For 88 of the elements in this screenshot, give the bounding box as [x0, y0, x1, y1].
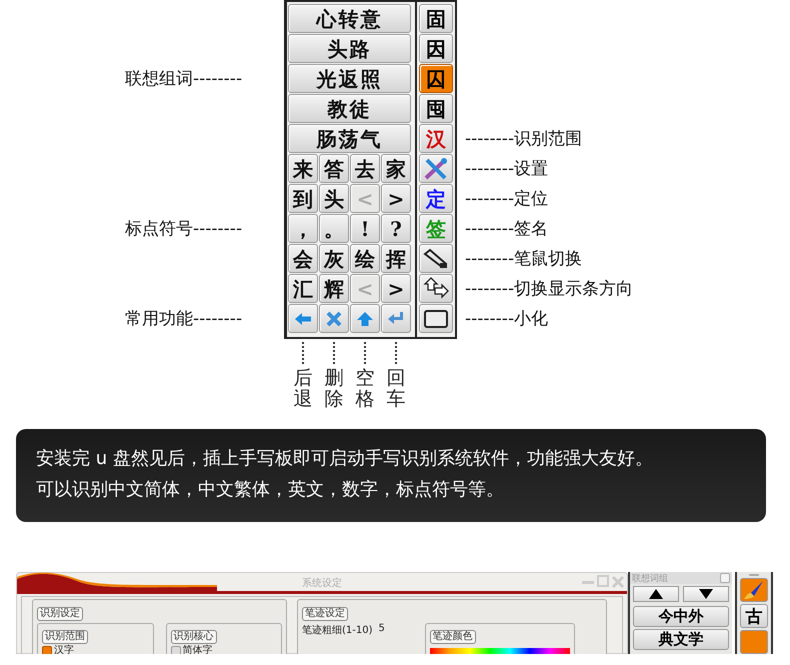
- leader-line: [364, 342, 366, 364]
- char-key[interactable]: >: [381, 184, 411, 213]
- leader-line: [395, 342, 397, 364]
- color-spectrum[interactable]: [430, 648, 570, 654]
- side-char-button[interactable]: 囚: [419, 64, 453, 93]
- char-key[interactable]: 灰: [319, 244, 349, 273]
- window-title: 系统设定: [302, 576, 342, 590]
- up-arrow-icon: [356, 310, 374, 326]
- window-button[interactable]: [419, 304, 453, 333]
- space-key[interactable]: [350, 304, 380, 333]
- char-key[interactable]: ，: [288, 214, 318, 243]
- option-label: 汉字: [54, 645, 74, 654]
- word-button[interactable]: 教徒: [288, 94, 411, 123]
- option-checkbox[interactable]: [170, 646, 180, 654]
- brush-icon: [743, 580, 765, 600]
- side-char-button[interactable]: 因: [419, 34, 453, 63]
- notice-text: 安装完 u 盘然见后，插上手写板即可启动手写识别系统软件，功能强大友好。: [36, 447, 654, 471]
- char-key[interactable]: 答: [319, 154, 349, 183]
- left-arrow-icon: [294, 312, 312, 326]
- callout-label: --------小化: [464, 308, 550, 330]
- char-key[interactable]: ?: [381, 214, 411, 243]
- group-title: 识别核心: [170, 630, 216, 644]
- char-key[interactable]: 去: [350, 154, 380, 183]
- close-icon: [326, 310, 342, 326]
- char-key[interactable]: 会: [288, 244, 318, 273]
- delete-key[interactable]: [319, 304, 349, 333]
- close-button[interactable]: [720, 573, 730, 583]
- function-label: 空格: [356, 368, 374, 410]
- up-triangle-icon: [649, 589, 663, 599]
- char-key[interactable]: 绘: [350, 244, 380, 273]
- notice-text: 可以识别中文简体，中文繁体，英文，数字，标点符号等。: [36, 478, 505, 502]
- word-button[interactable]: 肠荡气: [288, 124, 411, 153]
- char-key[interactable]: 头: [319, 184, 349, 213]
- char-key[interactable]: 辉: [319, 274, 349, 303]
- tools-icon: [423, 156, 449, 180]
- word-button[interactable]: 心转意: [288, 4, 411, 33]
- pen-button[interactable]: [419, 244, 453, 273]
- tools-button[interactable]: [419, 154, 453, 183]
- function-label: 删除: [324, 368, 344, 410]
- callout-label: --------识别范围: [464, 128, 584, 150]
- char-key[interactable]: 挥: [381, 244, 411, 273]
- option-label: 简体字: [182, 645, 212, 654]
- function-label: 回车: [386, 368, 406, 410]
- side-char-button[interactable]: 定: [419, 184, 453, 213]
- side-char-button[interactable]: 囤: [419, 94, 453, 123]
- window-title: 联想词组: [632, 572, 668, 584]
- word-button[interactable]: 光返照: [288, 64, 411, 93]
- stroke-width-value: 5: [378, 623, 386, 634]
- callout-label: --------签名: [464, 218, 550, 240]
- window-icon: [423, 308, 449, 328]
- char-key[interactable]: >: [381, 274, 411, 303]
- word-button[interactable]: 今中外: [633, 606, 729, 627]
- scroll-down-button[interactable]: [683, 586, 729, 602]
- char-key[interactable]: 来: [288, 154, 318, 183]
- enter-key[interactable]: [381, 304, 411, 333]
- arrows-button[interactable]: [419, 274, 453, 303]
- group-title: 识别范围: [42, 630, 88, 644]
- group-title: 笔迹设定: [302, 607, 348, 621]
- stroke-width-label: 笔迹粗细(1-10): [302, 624, 372, 637]
- callout-label: 常用功能--------: [125, 308, 244, 330]
- return-arrow-icon: [387, 310, 405, 326]
- callout-label: --------切换显示条方向: [464, 278, 634, 300]
- group-title: 识别设定: [37, 607, 83, 621]
- char-key[interactable]: 家: [381, 154, 411, 183]
- leader-line: [302, 342, 304, 364]
- side-char-button[interactable]: 古: [740, 604, 768, 628]
- callout-label: --------笔鼠切换: [464, 248, 584, 270]
- pen-icon: [423, 248, 449, 270]
- callout-label: --------设置: [464, 158, 550, 180]
- arrows-icon: [423, 276, 449, 300]
- callout-label: 联想组词--------: [125, 68, 244, 90]
- side-char-button[interactable]: 固: [419, 4, 453, 33]
- callout-label: --------定位: [464, 188, 550, 210]
- function-label: 后退: [294, 368, 312, 410]
- char-key[interactable]: 。: [319, 214, 349, 243]
- down-triangle-icon: [699, 589, 713, 599]
- leader-line: [333, 342, 335, 364]
- char-key[interactable]: !: [350, 214, 380, 243]
- char-key[interactable]: 汇: [288, 274, 318, 303]
- side-char-button[interactable]: 汉: [419, 124, 453, 153]
- scroll-up-button[interactable]: [633, 586, 679, 602]
- word-button[interactable]: 典文学: [633, 629, 729, 650]
- callout-label: 标点符号--------: [125, 218, 244, 240]
- char-key[interactable]: 到: [288, 184, 318, 213]
- word-button[interactable]: 头路: [288, 34, 411, 63]
- group-title: 笔迹颜色: [430, 630, 476, 644]
- option-checkbox[interactable]: [42, 646, 52, 654]
- back-key[interactable]: [288, 304, 318, 333]
